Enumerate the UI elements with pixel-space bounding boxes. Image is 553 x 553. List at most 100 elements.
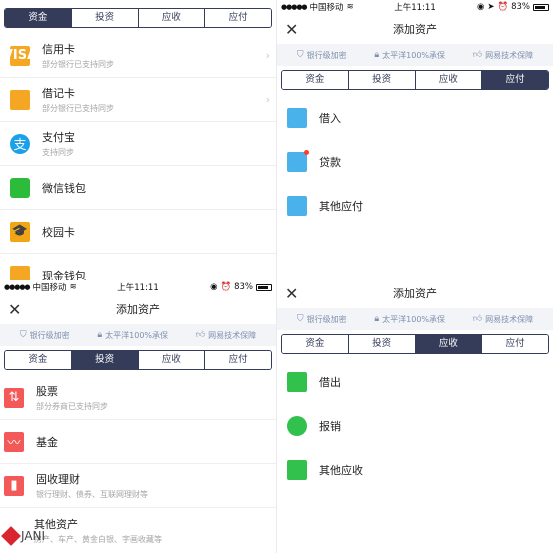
list-item-credit-card[interactable]: VISA 信用卡 部分银行已支持同步 › bbox=[0, 34, 276, 78]
item-name: 借记卡 bbox=[42, 87, 75, 100]
list-item-debit-card[interactable]: 借记卡 部分银行已支持同步 › bbox=[0, 78, 276, 122]
security-badges: ⛉ 银行级加密 🔒︎ 太平洋100%承保 👍︎ 网易技术保障 bbox=[277, 308, 553, 330]
lock-icon: 🔒︎ bbox=[374, 50, 380, 60]
tab-invest[interactable]: 投资 bbox=[70, 351, 138, 369]
tab-payable[interactable]: 应付 bbox=[481, 71, 548, 89]
tab-payable[interactable]: 应付 bbox=[481, 335, 548, 353]
page-title: 添加资产 bbox=[393, 23, 437, 36]
watermark-logo: JANI bbox=[1, 526, 45, 546]
shield-icon: ⛉ bbox=[19, 330, 27, 340]
tab-funds[interactable]: 资金 bbox=[5, 351, 71, 369]
other-receivable-icon bbox=[287, 460, 307, 480]
close-icon[interactable]: ✕ bbox=[8, 300, 21, 319]
item-name: 其他应收 bbox=[319, 464, 363, 477]
piggy-bank-icon bbox=[287, 416, 307, 436]
item-name: 其他应付 bbox=[319, 200, 363, 213]
panel-payable: ●●●●● 中国移动 ≋ 上午11:11 ◉ ➤ ⏰ 83% ✕ 添加资产 ⛉ 银… bbox=[277, 0, 553, 276]
segment-tabs: 资金 投资 应收 应付 bbox=[277, 330, 553, 360]
receivable-list: 借出 报销 其他应收 bbox=[277, 360, 553, 492]
thumbs-up-icon: 👍︎ bbox=[472, 50, 483, 60]
borrow-in-icon bbox=[287, 108, 307, 128]
other-payable-icon bbox=[287, 196, 307, 216]
badge-encryption: ⛉ 银行级加密 bbox=[19, 330, 70, 340]
thumbs-up-icon: 👍︎ bbox=[195, 330, 206, 340]
battery-percent: 83% bbox=[511, 2, 530, 12]
status-bar: ●●●●● 中国移动 ≋ 上午11:11 ◉ ⏰ 83% bbox=[0, 280, 276, 294]
segment-tabs: 资金 投资 应收 应付 bbox=[0, 0, 276, 34]
tab-payable[interactable]: 应付 bbox=[204, 351, 271, 369]
list-item-lend-out[interactable]: 借出 bbox=[277, 360, 553, 404]
battery-icon bbox=[533, 3, 549, 11]
nav-bar: ✕ 添加资产 bbox=[0, 294, 276, 324]
lock-icon: 🔒︎ bbox=[374, 314, 380, 324]
item-name: 现金钱包 bbox=[42, 270, 86, 280]
cash-wallet-icon bbox=[10, 266, 30, 280]
list-item-loan[interactable]: 贷款 bbox=[277, 140, 553, 184]
nav-bar: ✕ 添加资产 bbox=[277, 278, 553, 308]
list-item-alipay[interactable]: 支 支付宝 支持同步 bbox=[0, 122, 276, 166]
red-dot-icon bbox=[304, 150, 309, 155]
list-item-other-receivable[interactable]: 其他应收 bbox=[277, 448, 553, 492]
item-name: 基金 bbox=[36, 435, 58, 449]
segment-tabs: 资金 投资 应收 应付 bbox=[0, 346, 276, 376]
debit-card-icon bbox=[10, 89, 30, 110]
loan-icon bbox=[287, 150, 309, 172]
badge-encryption: ⛉ 银行级加密 bbox=[296, 50, 347, 60]
item-subtitle: 部分银行已支持同步 bbox=[42, 104, 114, 113]
tab-receivable[interactable]: 应收 bbox=[414, 335, 482, 353]
badge-insurance: 🔒︎ 太平洋100%承保 bbox=[374, 314, 446, 324]
list-item-wechat-wallet[interactable]: 微信钱包 bbox=[0, 166, 276, 210]
tab-funds[interactable]: 资金 bbox=[282, 335, 348, 353]
list-item-campus-card[interactable]: 🎓 校园卡 bbox=[0, 210, 276, 254]
tab-receivable[interactable]: 应收 bbox=[414, 71, 482, 89]
security-badges: ⛉ 银行级加密 🔒︎ 太平洋100%承保 👍︎ 网易技术保障 bbox=[277, 44, 553, 66]
badge-tech: 👍︎ 网易技术保障 bbox=[472, 50, 534, 60]
payable-list: 借入 贷款 其他应付 bbox=[277, 96, 553, 228]
alarm-icon: ⏰ bbox=[220, 282, 232, 292]
nav-bar: ✕ 添加资产 bbox=[277, 14, 553, 44]
item-name: 借入 bbox=[319, 112, 341, 125]
tab-invest[interactable]: 投资 bbox=[347, 71, 415, 89]
item-name: 其他资产 bbox=[34, 517, 78, 531]
badge-encryption: ⛉ 银行级加密 bbox=[296, 314, 347, 324]
thumbs-up-icon: 👍︎ bbox=[472, 314, 483, 324]
list-item-fixed-income[interactable]: ▮ 固收理财 银行理财、债券、互联网理财等 bbox=[0, 464, 276, 508]
list-item-stock[interactable]: ⇅ 股票 部分券商已支持同步 bbox=[0, 376, 276, 420]
panel-receivable: ✕ 添加资产 ⛉ 银行级加密 🔒︎ 太平洋100%承保 👍︎ 网易技术保障 资金 投资… bbox=[277, 276, 553, 553]
battery-icon bbox=[256, 283, 272, 291]
lock-icon: 🔒︎ bbox=[97, 330, 103, 340]
close-icon[interactable]: ✕ bbox=[285, 284, 298, 303]
list-item-other-payable[interactable]: 其他应付 bbox=[277, 184, 553, 228]
list-item-cash-wallet[interactable]: 现金钱包 bbox=[0, 254, 276, 280]
item-name: 报销 bbox=[319, 420, 341, 433]
list-item-fund[interactable]: 〰 基金 bbox=[0, 420, 276, 464]
item-name: 校园卡 bbox=[42, 225, 75, 239]
lock-icon: ◉ bbox=[476, 2, 485, 12]
visa-card-icon: VISA bbox=[3, 45, 37, 66]
chevron-right-icon: › bbox=[265, 93, 270, 106]
tab-funds[interactable]: 资金 bbox=[5, 9, 71, 27]
tab-payable[interactable]: 应付 bbox=[204, 9, 271, 27]
wechat-wallet-icon bbox=[10, 177, 30, 198]
item-name: 固收理财 bbox=[36, 473, 80, 486]
close-icon[interactable]: ✕ bbox=[285, 20, 298, 39]
item-subtitle: 部分银行已支持同步 bbox=[42, 60, 114, 69]
tab-invest[interactable]: 投资 bbox=[70, 9, 138, 27]
shield-icon: ⛉ bbox=[296, 50, 304, 60]
segment-tabs: 资金 投资 应收 应付 bbox=[277, 66, 553, 96]
tab-receivable[interactable]: 应收 bbox=[137, 9, 205, 27]
alarm-icon: ⏰ bbox=[497, 2, 509, 12]
tab-funds[interactable]: 资金 bbox=[282, 71, 348, 89]
list-item-borrow-in[interactable]: 借入 bbox=[277, 96, 553, 140]
panel-investment: ●●●●● 中国移动 ≋ 上午11:11 ◉ ⏰ 83% ✕ 添加资产 ⛉ 银行级… bbox=[0, 280, 276, 553]
item-subtitle: 部分券商已支持同步 bbox=[36, 402, 108, 411]
badge-insurance: 🔒︎ 太平洋100%承保 bbox=[374, 50, 446, 60]
status-bar: ●●●●● 中国移动 ≋ 上午11:11 ◉ ➤ ⏰ 83% bbox=[277, 0, 553, 14]
item-name: 支付宝 bbox=[42, 131, 75, 144]
list-item-reimburse[interactable]: 报销 bbox=[277, 404, 553, 448]
tab-invest[interactable]: 投资 bbox=[347, 335, 415, 353]
tab-receivable[interactable]: 应收 bbox=[137, 351, 205, 369]
battery-percent: 83% bbox=[234, 282, 253, 292]
badge-tech: 👍︎ 网易技术保障 bbox=[472, 314, 534, 324]
shield-icon: ⛉ bbox=[296, 314, 304, 324]
